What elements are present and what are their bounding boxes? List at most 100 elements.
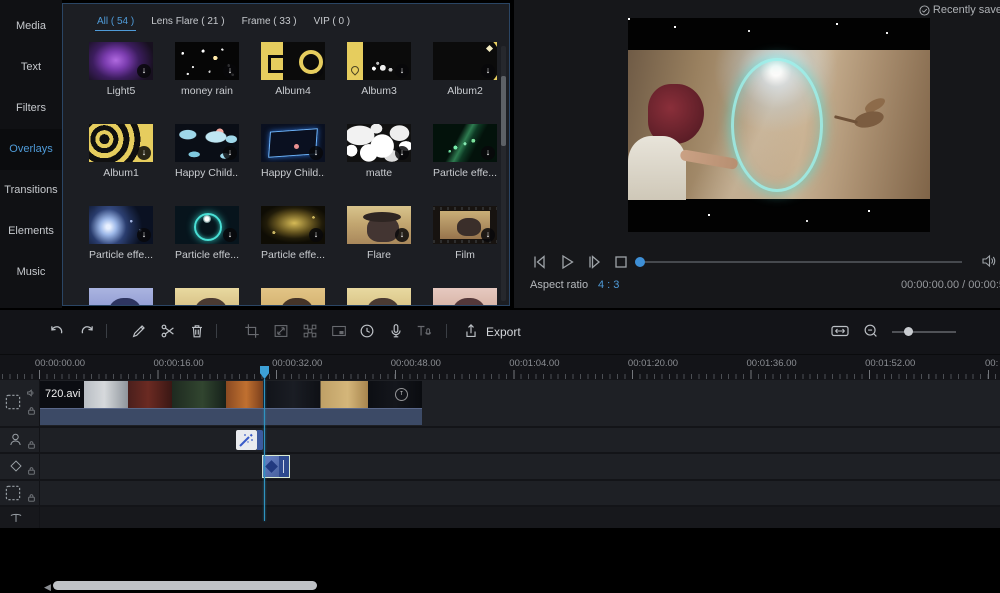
download-icon[interactable]: ↓ bbox=[309, 146, 323, 160]
timeline-horizontal-scrollbar[interactable] bbox=[53, 581, 317, 590]
overlay-item[interactable]: ↓Album2 bbox=[433, 42, 497, 100]
playhead-line[interactable] bbox=[264, 379, 265, 521]
timeline-ruler[interactable]: 00:00:00.0000:00:16.0000:00:32.0000:00:4… bbox=[0, 354, 1000, 380]
album3-thumbnail[interactable]: ↓ bbox=[347, 42, 411, 80]
overlay-item[interactable]: ↓Light5 bbox=[89, 42, 153, 100]
dog-pink-thumbnail[interactable] bbox=[433, 288, 497, 306]
overlay-clip-selected[interactable] bbox=[262, 455, 290, 478]
overlay-item[interactable] bbox=[433, 288, 497, 306]
overlay-item[interactable]: ↓money rain bbox=[175, 42, 239, 100]
sidebar-item-music[interactable]: Music bbox=[0, 252, 62, 293]
transform-button[interactable] bbox=[272, 322, 290, 340]
track-lock-icon[interactable] bbox=[27, 493, 36, 502]
light5-thumbnail[interactable]: ↓ bbox=[89, 42, 153, 80]
sidebar-item-elements[interactable]: Elements bbox=[0, 211, 62, 252]
download-icon[interactable]: ↓ bbox=[223, 64, 237, 78]
edit-button[interactable] bbox=[130, 322, 148, 340]
overlay-item[interactable] bbox=[347, 288, 411, 306]
download-icon[interactable]: ↓ bbox=[481, 228, 495, 242]
volume-button[interactable] bbox=[980, 252, 998, 270]
sidebar-item-media[interactable]: Media bbox=[0, 6, 62, 47]
overlay-item[interactable]: ↓Flare bbox=[347, 206, 411, 264]
overlay-item[interactable] bbox=[175, 288, 239, 306]
sidebar-item-text[interactable]: Text bbox=[0, 47, 62, 88]
export-label[interactable]: Export bbox=[486, 325, 521, 339]
tab-2[interactable]: Frame ( 33 ) bbox=[240, 16, 299, 31]
mosaic-button[interactable] bbox=[301, 322, 319, 340]
download-icon[interactable]: ↓ bbox=[309, 64, 323, 78]
download-icon[interactable]: ↓ bbox=[137, 64, 151, 78]
particle-green-thumbnail[interactable]: ↓ bbox=[433, 124, 497, 162]
seek-handle[interactable] bbox=[635, 257, 645, 267]
track-lock-icon[interactable] bbox=[27, 466, 36, 475]
effect-clip[interactable] bbox=[236, 430, 263, 450]
redo-button[interactable] bbox=[78, 322, 96, 340]
undo-button[interactable] bbox=[48, 322, 66, 340]
download-icon[interactable]: ↓ bbox=[395, 64, 409, 78]
stop-button[interactable] bbox=[611, 252, 631, 272]
overlays-scrollbar-thumb[interactable] bbox=[501, 76, 506, 146]
preview-video[interactable] bbox=[628, 18, 930, 232]
album2-thumbnail[interactable]: ↓ bbox=[433, 42, 497, 80]
video-clip-720avi[interactable]: 720.avi T bbox=[40, 381, 422, 425]
text-to-speech-button[interactable] bbox=[415, 322, 433, 340]
fit-timeline-button[interactable] bbox=[830, 322, 848, 340]
film-thumbnail[interactable]: ↓ bbox=[433, 206, 497, 244]
play-button[interactable] bbox=[557, 252, 577, 272]
download-icon[interactable]: ↓ bbox=[395, 228, 409, 242]
overlay-item[interactable]: ↓Particle effe... bbox=[261, 206, 325, 264]
download-icon[interactable]: ↓ bbox=[223, 228, 237, 242]
download-icon[interactable]: ↓ bbox=[395, 146, 409, 160]
dog-warm2-thumbnail[interactable] bbox=[261, 288, 325, 306]
track-mute-icon[interactable] bbox=[26, 388, 36, 398]
happy2-thumbnail[interactable]: ↓ bbox=[261, 124, 325, 162]
particle-blue-thumbnail[interactable]: ↓ bbox=[89, 206, 153, 244]
overlay-item[interactable]: ↓matte bbox=[347, 124, 411, 182]
delete-button[interactable] bbox=[188, 322, 206, 340]
dog-blue-thumbnail[interactable] bbox=[89, 288, 153, 306]
crop-button[interactable] bbox=[243, 322, 261, 340]
dog-warm-thumbnail[interactable] bbox=[175, 288, 239, 306]
matte-thumbnail[interactable]: ↓ bbox=[347, 124, 411, 162]
overlay-item[interactable]: ↓Particle effe... bbox=[89, 206, 153, 264]
download-icon[interactable]: ↓ bbox=[481, 64, 495, 78]
export-button[interactable] bbox=[462, 322, 480, 340]
previous-frame-button[interactable] bbox=[530, 252, 550, 272]
overlay-item[interactable]: ↓Particle effe... bbox=[175, 206, 239, 264]
overlay-item[interactable]: ↓Album1 bbox=[89, 124, 153, 182]
track-lock-icon[interactable] bbox=[27, 406, 36, 415]
record-voiceover-button[interactable] bbox=[387, 322, 405, 340]
overlay-item[interactable] bbox=[261, 288, 325, 306]
overlay-item[interactable]: ↓Particle effe... bbox=[433, 124, 497, 182]
tab-0[interactable]: All ( 54 ) bbox=[95, 16, 136, 31]
money-rain-thumbnail[interactable]: ↓ bbox=[175, 42, 239, 80]
overlay-item[interactable]: ↓Album4 bbox=[261, 42, 325, 100]
seek-bar[interactable] bbox=[637, 261, 962, 263]
overlay-item[interactable]: ↓Album3 bbox=[347, 42, 411, 100]
overlay-item[interactable]: ↓Film bbox=[433, 206, 497, 264]
aspect-ratio-value[interactable]: 4 : 3 bbox=[598, 279, 619, 291]
sidebar-item-filters[interactable]: Filters bbox=[0, 88, 62, 129]
particle-gold-thumbnail[interactable]: ↓ bbox=[261, 206, 325, 244]
particle-ring-thumbnail[interactable]: ↓ bbox=[175, 206, 239, 244]
overlay-item[interactable]: ↓Happy Child... bbox=[261, 124, 325, 182]
happy1-thumbnail[interactable]: ↓ bbox=[175, 124, 239, 162]
album1-thumbnail[interactable]: ↓ bbox=[89, 124, 153, 162]
overlays-scrollbar[interactable] bbox=[501, 46, 506, 301]
next-frame-button[interactable] bbox=[584, 252, 604, 272]
tab-1[interactable]: Lens Flare ( 21 ) bbox=[149, 16, 226, 31]
track-lock-icon[interactable] bbox=[27, 440, 36, 449]
overlay-item[interactable]: ↓Happy Child... bbox=[175, 124, 239, 182]
timeline-zoom-handle[interactable] bbox=[904, 327, 913, 336]
sidebar-item-overlays[interactable]: Overlays bbox=[0, 129, 62, 170]
timeline-zoom-slider[interactable] bbox=[892, 331, 956, 333]
download-icon[interactable]: ↓ bbox=[137, 228, 151, 242]
split-button[interactable] bbox=[159, 322, 177, 340]
download-icon[interactable]: ↓ bbox=[223, 146, 237, 160]
download-icon[interactable]: ↓ bbox=[481, 146, 495, 160]
flare-thumbnail[interactable]: ↓ bbox=[347, 206, 411, 244]
dog-warm3-thumbnail[interactable] bbox=[347, 288, 411, 306]
duration-button[interactable] bbox=[358, 322, 376, 340]
album4-thumbnail[interactable]: ↓ bbox=[261, 42, 325, 80]
overlay-item[interactable] bbox=[89, 288, 153, 306]
